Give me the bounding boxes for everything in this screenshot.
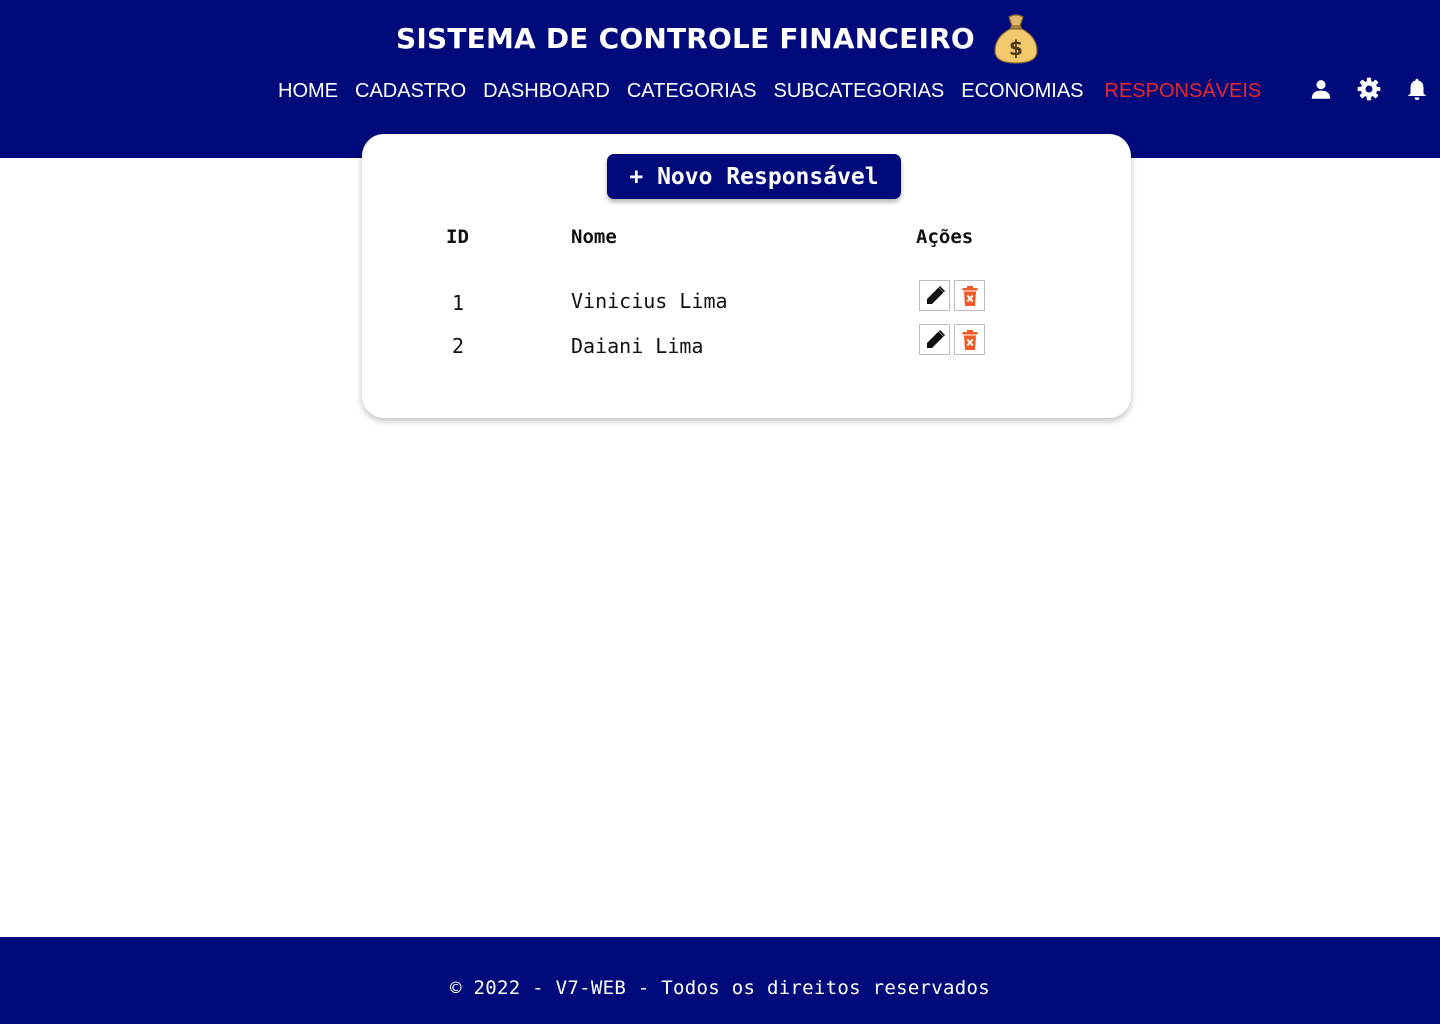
footer-bar: © 2022 - V7-WEB - Todos os direitos rese…	[0, 937, 1440, 1024]
money-bag-icon: $	[994, 14, 1038, 64]
main-nav: HOME CADASTRO DASHBOARD CATEGORIAS SUBCA…	[278, 76, 1278, 106]
nav-categorias[interactable]: CATEGORIAS	[627, 80, 757, 103]
responsaveis-card: + Novo Responsável ID Nome Ações 1 Vinic…	[362, 134, 1131, 418]
column-header-nome: Nome	[571, 226, 617, 248]
header-icons	[1306, 74, 1432, 104]
edit-pencil-icon	[926, 285, 945, 304]
nav-responsaveis[interactable]: RESPONSÁVEIS	[1105, 80, 1262, 103]
edit-pencil-icon	[926, 329, 945, 348]
delete-button[interactable]	[954, 324, 985, 355]
app-title: SISTEMA DE CONTROLE FINANCEIRO	[396, 21, 975, 55]
user-icon[interactable]	[1306, 74, 1336, 104]
bell-icon[interactable]	[1402, 74, 1432, 104]
row-id: 2	[451, 334, 465, 358]
row-nome: Vinicius Lima	[571, 289, 728, 313]
copyright-text: © 2022 - V7-WEB - Todos os direitos rese…	[450, 976, 990, 999]
column-header-acoes: Ações	[916, 226, 974, 248]
edit-button[interactable]	[919, 280, 950, 311]
nav-economias[interactable]: ECONOMIAS	[961, 80, 1083, 103]
gear-icon[interactable]	[1354, 74, 1384, 104]
new-responsavel-button[interactable]: + Novo Responsável	[607, 154, 901, 199]
nav-cadastro[interactable]: CADASTRO	[355, 80, 466, 103]
row-id: 1	[451, 291, 465, 315]
brand: SISTEMA DE CONTROLE FINANCEIRO $	[396, 10, 1043, 66]
svg-text:$: $	[1009, 36, 1023, 60]
row-nome: Daiani Lima	[571, 334, 704, 358]
delete-trash-icon	[962, 329, 977, 350]
edit-button[interactable]	[919, 324, 950, 355]
nav-dashboard[interactable]: DASHBOARD	[483, 80, 610, 103]
column-header-id: ID	[446, 226, 469, 248]
delete-trash-icon	[962, 285, 977, 306]
nav-home[interactable]: HOME	[278, 80, 338, 103]
delete-button[interactable]	[954, 280, 985, 311]
nav-subcategorias[interactable]: SUBCATEGORIAS	[773, 80, 944, 103]
